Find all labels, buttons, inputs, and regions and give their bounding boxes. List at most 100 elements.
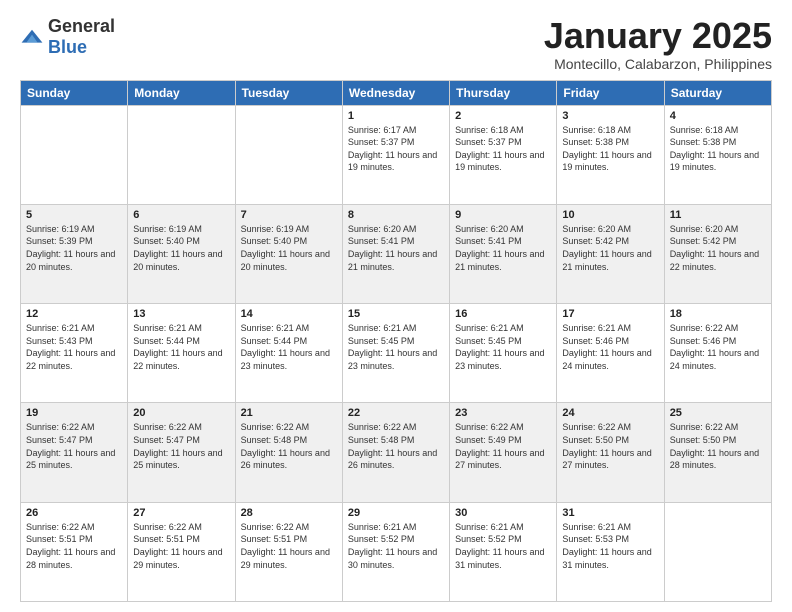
day-info: Sunrise: 6:21 AMSunset: 5:45 PMDaylight:… [348, 322, 444, 372]
table-row: 24 Sunrise: 6:22 AMSunset: 5:50 PMDaylig… [557, 403, 664, 502]
day-info: Sunrise: 6:22 AMSunset: 5:48 PMDaylight:… [241, 421, 337, 471]
table-row: 9 Sunrise: 6:20 AMSunset: 5:41 PMDayligh… [450, 204, 557, 303]
col-sunday: Sunday [21, 80, 128, 105]
day-info: Sunrise: 6:18 AMSunset: 5:38 PMDaylight:… [670, 124, 766, 174]
day-number: 2 [455, 110, 551, 122]
page: General Blue January 2025 Montecillo, Ca… [0, 0, 792, 612]
table-row: 13 Sunrise: 6:21 AMSunset: 5:44 PMDaylig… [128, 304, 235, 403]
day-number: 6 [133, 209, 229, 221]
day-number: 30 [455, 507, 551, 519]
day-info: Sunrise: 6:21 AMSunset: 5:43 PMDaylight:… [26, 322, 122, 372]
table-row: 14 Sunrise: 6:21 AMSunset: 5:44 PMDaylig… [235, 304, 342, 403]
table-row: 18 Sunrise: 6:22 AMSunset: 5:46 PMDaylig… [664, 304, 771, 403]
day-number: 29 [348, 507, 444, 519]
logo-text: General Blue [48, 16, 115, 58]
day-number: 21 [241, 407, 337, 419]
day-number: 9 [455, 209, 551, 221]
day-info: Sunrise: 6:21 AMSunset: 5:44 PMDaylight:… [241, 322, 337, 372]
table-row: 5 Sunrise: 6:19 AMSunset: 5:39 PMDayligh… [21, 204, 128, 303]
table-row: 7 Sunrise: 6:19 AMSunset: 5:40 PMDayligh… [235, 204, 342, 303]
table-row: 2 Sunrise: 6:18 AMSunset: 5:37 PMDayligh… [450, 105, 557, 204]
col-monday: Monday [128, 80, 235, 105]
day-info: Sunrise: 6:18 AMSunset: 5:38 PMDaylight:… [562, 124, 658, 174]
day-number: 4 [670, 110, 766, 122]
table-row: 4 Sunrise: 6:18 AMSunset: 5:38 PMDayligh… [664, 105, 771, 204]
calendar-header-row: Sunday Monday Tuesday Wednesday Thursday… [21, 80, 772, 105]
logo-icon [20, 25, 44, 49]
day-number: 13 [133, 308, 229, 320]
day-info: Sunrise: 6:19 AMSunset: 5:39 PMDaylight:… [26, 223, 122, 273]
calendar-week-row: 1 Sunrise: 6:17 AMSunset: 5:37 PMDayligh… [21, 105, 772, 204]
day-info: Sunrise: 6:21 AMSunset: 5:52 PMDaylight:… [348, 521, 444, 571]
day-number: 8 [348, 209, 444, 221]
day-info: Sunrise: 6:17 AMSunset: 5:37 PMDaylight:… [348, 124, 444, 174]
logo-blue: Blue [48, 37, 87, 57]
title-block: January 2025 Montecillo, Calabarzon, Phi… [544, 16, 772, 72]
calendar-week-row: 19 Sunrise: 6:22 AMSunset: 5:47 PMDaylig… [21, 403, 772, 502]
day-info: Sunrise: 6:19 AMSunset: 5:40 PMDaylight:… [241, 223, 337, 273]
table-row [128, 105, 235, 204]
day-number: 10 [562, 209, 658, 221]
day-info: Sunrise: 6:20 AMSunset: 5:41 PMDaylight:… [348, 223, 444, 273]
calendar-week-row: 12 Sunrise: 6:21 AMSunset: 5:43 PMDaylig… [21, 304, 772, 403]
day-number: 11 [670, 209, 766, 221]
day-info: Sunrise: 6:21 AMSunset: 5:46 PMDaylight:… [562, 322, 658, 372]
table-row: 20 Sunrise: 6:22 AMSunset: 5:47 PMDaylig… [128, 403, 235, 502]
calendar-table: Sunday Monday Tuesday Wednesday Thursday… [20, 80, 772, 602]
day-number: 5 [26, 209, 122, 221]
day-info: Sunrise: 6:22 AMSunset: 5:46 PMDaylight:… [670, 322, 766, 372]
month-title: January 2025 [544, 16, 772, 56]
day-number: 1 [348, 110, 444, 122]
day-number: 19 [26, 407, 122, 419]
day-number: 14 [241, 308, 337, 320]
day-number: 7 [241, 209, 337, 221]
calendar-week-row: 5 Sunrise: 6:19 AMSunset: 5:39 PMDayligh… [21, 204, 772, 303]
table-row: 6 Sunrise: 6:19 AMSunset: 5:40 PMDayligh… [128, 204, 235, 303]
day-info: Sunrise: 6:21 AMSunset: 5:53 PMDaylight:… [562, 521, 658, 571]
day-number: 20 [133, 407, 229, 419]
day-number: 15 [348, 308, 444, 320]
table-row: 8 Sunrise: 6:20 AMSunset: 5:41 PMDayligh… [342, 204, 449, 303]
table-row: 10 Sunrise: 6:20 AMSunset: 5:42 PMDaylig… [557, 204, 664, 303]
day-info: Sunrise: 6:22 AMSunset: 5:48 PMDaylight:… [348, 421, 444, 471]
day-number: 22 [348, 407, 444, 419]
col-tuesday: Tuesday [235, 80, 342, 105]
day-info: Sunrise: 6:22 AMSunset: 5:47 PMDaylight:… [133, 421, 229, 471]
day-number: 3 [562, 110, 658, 122]
day-info: Sunrise: 6:22 AMSunset: 5:51 PMDaylight:… [241, 521, 337, 571]
day-info: Sunrise: 6:20 AMSunset: 5:42 PMDaylight:… [670, 223, 766, 273]
day-info: Sunrise: 6:22 AMSunset: 5:51 PMDaylight:… [133, 521, 229, 571]
table-row: 29 Sunrise: 6:21 AMSunset: 5:52 PMDaylig… [342, 502, 449, 601]
day-number: 27 [133, 507, 229, 519]
day-number: 12 [26, 308, 122, 320]
table-row: 26 Sunrise: 6:22 AMSunset: 5:51 PMDaylig… [21, 502, 128, 601]
col-wednesday: Wednesday [342, 80, 449, 105]
header: General Blue January 2025 Montecillo, Ca… [20, 16, 772, 72]
table-row: 11 Sunrise: 6:20 AMSunset: 5:42 PMDaylig… [664, 204, 771, 303]
day-number: 24 [562, 407, 658, 419]
day-info: Sunrise: 6:22 AMSunset: 5:47 PMDaylight:… [26, 421, 122, 471]
table-row: 15 Sunrise: 6:21 AMSunset: 5:45 PMDaylig… [342, 304, 449, 403]
table-row: 27 Sunrise: 6:22 AMSunset: 5:51 PMDaylig… [128, 502, 235, 601]
table-row: 12 Sunrise: 6:21 AMSunset: 5:43 PMDaylig… [21, 304, 128, 403]
table-row: 25 Sunrise: 6:22 AMSunset: 5:50 PMDaylig… [664, 403, 771, 502]
table-row: 22 Sunrise: 6:22 AMSunset: 5:48 PMDaylig… [342, 403, 449, 502]
day-info: Sunrise: 6:22 AMSunset: 5:51 PMDaylight:… [26, 521, 122, 571]
day-number: 23 [455, 407, 551, 419]
table-row: 1 Sunrise: 6:17 AMSunset: 5:37 PMDayligh… [342, 105, 449, 204]
day-info: Sunrise: 6:21 AMSunset: 5:52 PMDaylight:… [455, 521, 551, 571]
logo: General Blue [20, 16, 115, 58]
table-row: 3 Sunrise: 6:18 AMSunset: 5:38 PMDayligh… [557, 105, 664, 204]
table-row: 23 Sunrise: 6:22 AMSunset: 5:49 PMDaylig… [450, 403, 557, 502]
table-row: 28 Sunrise: 6:22 AMSunset: 5:51 PMDaylig… [235, 502, 342, 601]
table-row [235, 105, 342, 204]
day-info: Sunrise: 6:18 AMSunset: 5:37 PMDaylight:… [455, 124, 551, 174]
day-number: 17 [562, 308, 658, 320]
day-info: Sunrise: 6:20 AMSunset: 5:42 PMDaylight:… [562, 223, 658, 273]
table-row [21, 105, 128, 204]
day-info: Sunrise: 6:20 AMSunset: 5:41 PMDaylight:… [455, 223, 551, 273]
table-row: 30 Sunrise: 6:21 AMSunset: 5:52 PMDaylig… [450, 502, 557, 601]
day-number: 16 [455, 308, 551, 320]
table-row: 16 Sunrise: 6:21 AMSunset: 5:45 PMDaylig… [450, 304, 557, 403]
day-info: Sunrise: 6:19 AMSunset: 5:40 PMDaylight:… [133, 223, 229, 273]
